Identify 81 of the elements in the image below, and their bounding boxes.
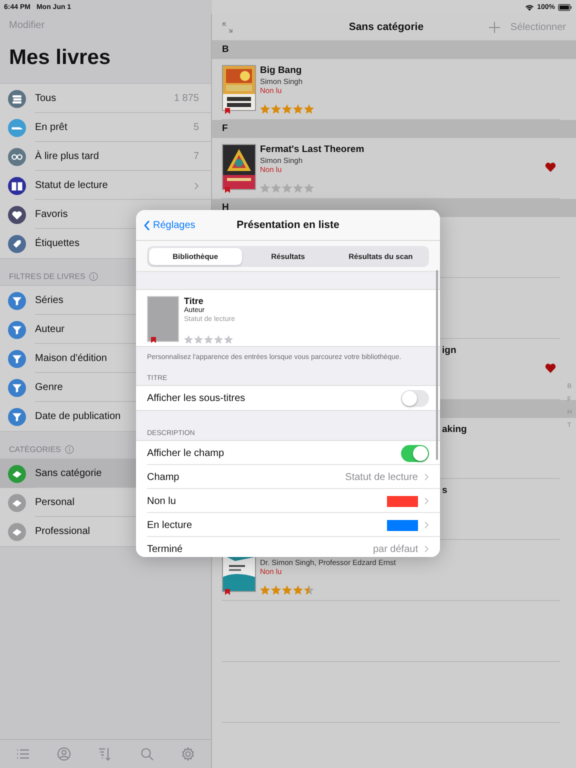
toggle-switch[interactable] [401, 444, 429, 462]
bookmark-icon [225, 187, 230, 193]
funnel-icon [8, 378, 26, 396]
chevron-icon [424, 497, 429, 505]
bookmark-icon [151, 337, 156, 343]
search-icon[interactable] [140, 747, 154, 761]
chevron-icon [424, 545, 429, 553]
list-icon[interactable] [16, 747, 30, 761]
book-title: s [442, 485, 448, 496]
book-title: aking [442, 424, 467, 435]
setting-label: Afficher les sous-titres [147, 392, 246, 404]
sidebar-item[interactable]: Tous 1 875 [0, 84, 211, 113]
star-icon [204, 335, 213, 344]
setting-label: Afficher le champ [147, 448, 224, 458]
person-icon[interactable] [57, 747, 72, 761]
star-icon [260, 183, 270, 193]
chevron-icon [144, 220, 150, 230]
star-icon [184, 335, 193, 344]
setting-value: par défaut [372, 544, 418, 554]
chevron-icon [424, 473, 429, 481]
setting-label: En lecture [147, 520, 192, 530]
preview-title: Titre [184, 296, 204, 306]
item-count: 5 [193, 122, 199, 133]
info-icon[interactable] [64, 445, 74, 454]
star-icon [260, 104, 270, 114]
section-header: FILTRES DE LIVRES [9, 270, 86, 282]
star-icon [194, 335, 203, 344]
bookmark-icon [225, 108, 230, 114]
glasses-icon [8, 148, 26, 166]
setting-label: Non lu [147, 496, 176, 506]
book-title: Big Bang [260, 65, 302, 76]
chevron-icon [424, 521, 429, 529]
sidebar-title: Mes livres [9, 45, 112, 71]
sidebar-item[interactable]: En prêt 5 [0, 113, 211, 142]
settings-icon[interactable] [181, 747, 196, 761]
funnel-icon [8, 292, 26, 310]
item-count: 1 875 [174, 93, 199, 104]
funnel-icon [8, 350, 26, 368]
wifi-icon [525, 4, 534, 10]
toggle-switch[interactable] [401, 390, 429, 406]
setting-value: Statut de lecture [345, 472, 418, 482]
star-icon [282, 104, 292, 114]
tag-icon [8, 234, 26, 252]
add-icon[interactable] [489, 22, 500, 32]
book-title: Fermat's Last Theorem [260, 144, 364, 155]
star-icon [271, 104, 281, 114]
star-icon [214, 335, 223, 344]
book-title: ign [442, 345, 456, 356]
section-header: CATÉGORIES [9, 444, 61, 456]
section-header: B [212, 41, 576, 59]
sidebar-item[interactable]: À lire plus tard 7 [0, 142, 211, 171]
list-title: Sans catégorie [348, 21, 425, 33]
book-icon [8, 176, 26, 194]
battery-icon [558, 4, 572, 10]
star-icon [271, 585, 281, 595]
setting-label: Terminé [147, 544, 183, 554]
setting-label: Champ [147, 472, 180, 482]
item-count: 7 [193, 151, 199, 162]
funnel-icon [8, 320, 26, 338]
star-icon [293, 585, 303, 595]
back-button[interactable]: Réglages [144, 220, 196, 230]
star-icon [293, 104, 303, 114]
star-icon [304, 585, 314, 595]
star-icon [282, 585, 292, 595]
star-icon [282, 183, 292, 193]
sidebar-item[interactable]: Statut de lecture [0, 171, 211, 200]
star-icon [304, 104, 314, 114]
books-icon [8, 90, 26, 108]
star-icon [271, 183, 281, 193]
star-icon [224, 335, 233, 344]
expand-icon[interactable] [222, 22, 233, 32]
funnel-icon [8, 408, 26, 426]
star-icon [293, 183, 303, 193]
star-icon [304, 183, 314, 193]
info-icon[interactable] [89, 272, 98, 281]
sort-icon[interactable] [98, 747, 112, 761]
bookmark-icon [225, 589, 230, 595]
section-header: F [212, 120, 576, 138]
star-icon [260, 585, 270, 595]
sidebar-item[interactable]: Date de publication [0, 402, 211, 431]
sheet-title: Présentation en liste [236, 219, 340, 231]
